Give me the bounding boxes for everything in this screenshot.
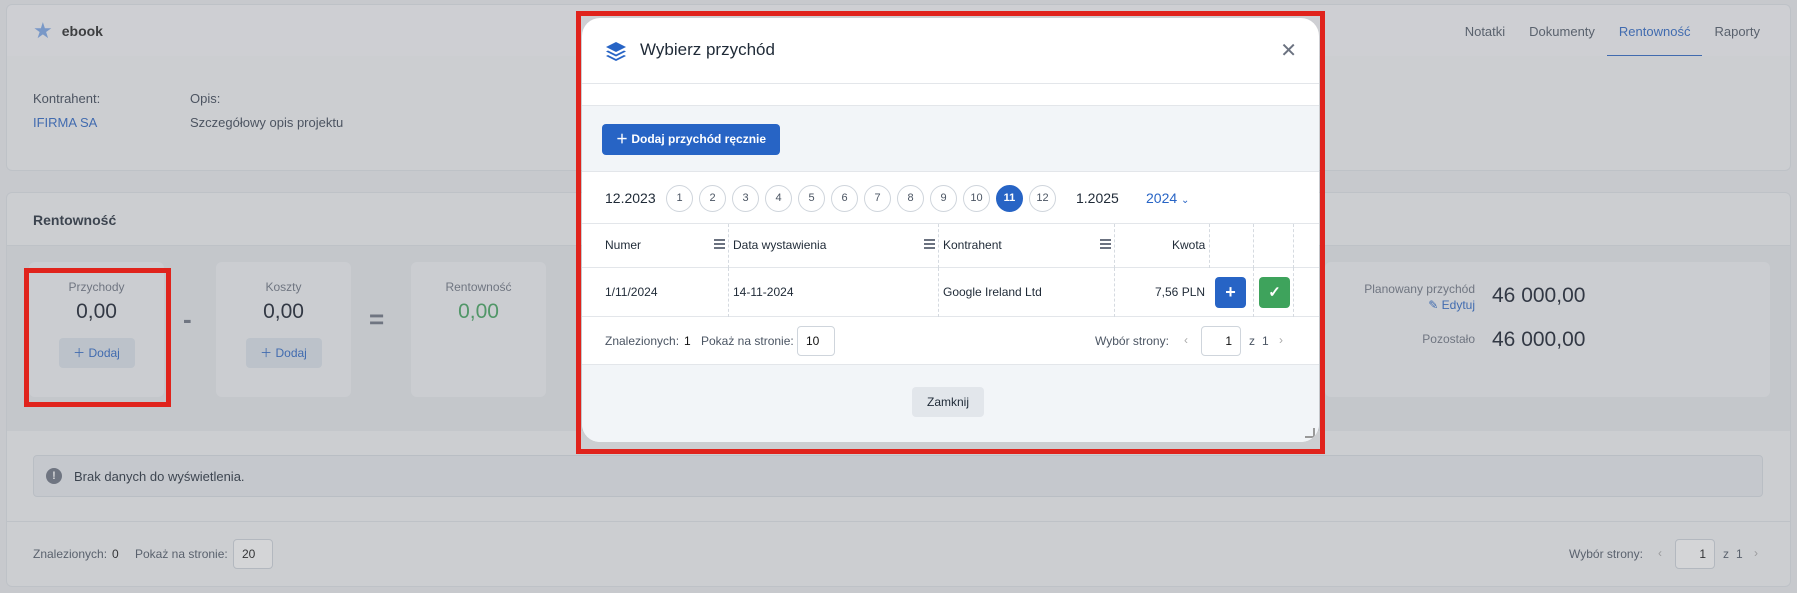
month-2[interactable]: 2 — [699, 185, 726, 212]
month-6[interactable]: 6 — [831, 185, 858, 212]
month-9[interactable]: 9 — [930, 185, 957, 212]
next-page-icon[interactable]: › — [1279, 333, 1283, 347]
page: ★ ebook Notatki Dokumenty Rentowność Rap… — [0, 0, 1797, 593]
column-menu-icon[interactable] — [924, 239, 935, 250]
of-label: z — [1249, 334, 1255, 348]
per-page-label: Pokaż na stronie: — [701, 334, 794, 348]
total-pages: 1 — [1262, 334, 1269, 348]
month-10[interactable]: 10 — [963, 185, 990, 212]
page-select-label: Wybór strony: — [1095, 334, 1169, 348]
month-selector: 12.2023 1 2 3 4 5 6 7 8 9 10 11 12 1.202… — [582, 172, 1319, 224]
layers-icon — [606, 42, 626, 61]
col-divider — [1209, 224, 1210, 268]
prev-page-icon[interactable]: ‹ — [1184, 333, 1188, 347]
modal-header: Wybierz przychód ✕ — [582, 18, 1319, 84]
modal-toolbar: ＋ Dodaj przychód ręcznie — [582, 106, 1319, 172]
month-8[interactable]: 8 — [897, 185, 924, 212]
col-divider — [1114, 268, 1115, 317]
plus-icon: ＋ — [616, 132, 632, 146]
modal-table-footer: Znalezionych: 1 Pokaż na stronie: 10 Wyb… — [582, 317, 1319, 367]
month-4[interactable]: 4 — [765, 185, 792, 212]
select-revenue-modal: Wybierz przychód ✕ ＋ Dodaj przychód ręcz… — [582, 18, 1319, 442]
chevron-down-icon: ⌄ — [1181, 195, 1190, 206]
close-button[interactable]: Zamknij — [912, 387, 984, 417]
month-12[interactable]: 12 — [1029, 185, 1056, 212]
add-manual-label: Dodaj przychód ręcznie — [631, 132, 767, 146]
month-11[interactable]: 11 — [996, 185, 1023, 212]
spacer — [582, 84, 1319, 106]
table-header: Numer Data wystawienia Kontrahent Kwota — [582, 224, 1319, 268]
year-select[interactable]: 2024 ⌄ — [1146, 190, 1189, 206]
month-3[interactable]: 3 — [732, 185, 759, 212]
cell-date: 14-11-2024 — [733, 285, 794, 299]
found-value: 1 — [684, 334, 691, 348]
col-data-wystawienia[interactable]: Data wystawienia — [733, 238, 826, 252]
close-icon[interactable]: ✕ — [1280, 38, 1297, 63]
month-1[interactable]: 1 — [666, 185, 693, 212]
col-divider — [728, 268, 729, 317]
month-7[interactable]: 7 — [864, 185, 891, 212]
modal-footer: Zamknij — [582, 364, 1319, 442]
cell-amount: 7,56 PLN — [1155, 285, 1206, 299]
col-numer[interactable]: Numer — [605, 238, 641, 252]
col-kontrahent[interactable]: Kontrahent — [943, 238, 1002, 252]
col-divider — [1293, 224, 1294, 268]
col-divider — [1253, 268, 1254, 317]
prev-month-link[interactable]: 12.2023 — [605, 190, 656, 206]
col-divider — [1293, 268, 1294, 317]
page-input[interactable]: 1 — [1201, 326, 1241, 356]
add-manual-revenue-button[interactable]: ＋ Dodaj przychód ręcznie — [602, 124, 781, 155]
per-page-select[interactable]: 10 — [797, 326, 835, 356]
col-divider — [938, 224, 939, 268]
add-row-button[interactable]: + — [1215, 277, 1246, 308]
col-kwota[interactable]: Kwota — [1172, 238, 1205, 252]
column-menu-icon[interactable] — [1100, 239, 1111, 250]
col-divider — [1253, 224, 1254, 268]
found-label: Znalezionych: — [605, 334, 680, 348]
month-5[interactable]: 5 — [798, 185, 825, 212]
cell-contractor: Google Ireland Ltd — [943, 285, 1042, 299]
select-row-button[interactable]: ✓ — [1259, 277, 1290, 308]
col-divider — [938, 268, 939, 317]
table-row: 1/11/2024 14-11-2024 Google Ireland Ltd … — [582, 268, 1319, 317]
modal-title: Wybierz przychód — [640, 40, 775, 59]
highlight-revenue — [24, 268, 171, 407]
year-value: 2024 — [1146, 190, 1178, 206]
col-divider — [728, 224, 729, 268]
resize-handle[interactable] — [1305, 428, 1315, 438]
column-menu-icon[interactable] — [714, 239, 725, 250]
col-divider — [1114, 224, 1115, 268]
cell-number: 1/11/2024 — [605, 285, 658, 299]
next-month-link[interactable]: 1.2025 — [1076, 190, 1119, 206]
